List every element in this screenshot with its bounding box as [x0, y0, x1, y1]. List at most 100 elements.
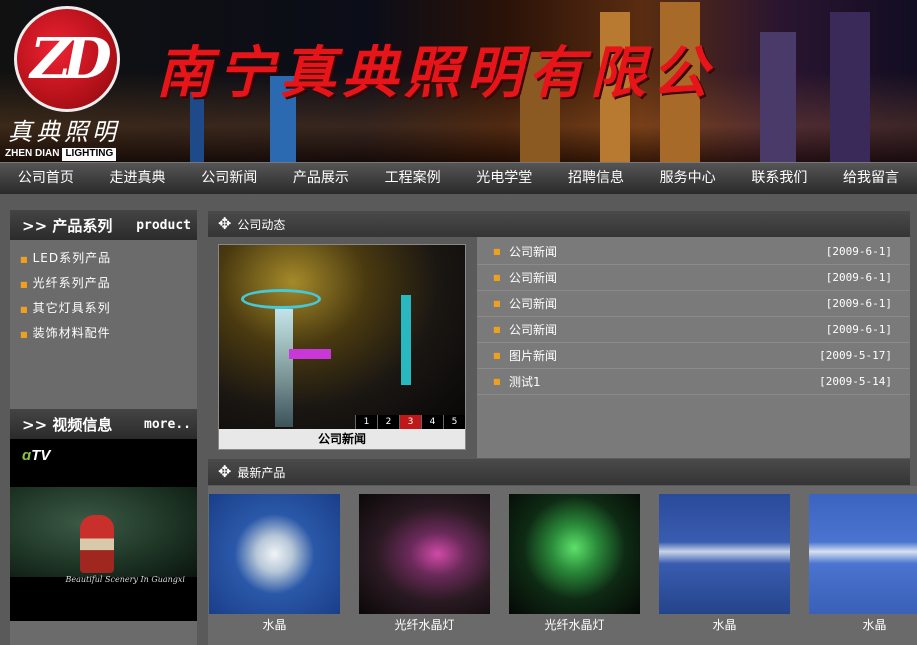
nav-jobs[interactable]: 招聘信息 [550, 163, 642, 194]
product-image[interactable] [359, 494, 490, 614]
bullet-icon: ■ [20, 305, 29, 314]
logo-english-text: ZHEN DIAN LIGHTING [2, 148, 117, 161]
news-section: 1 2 3 4 5 公司新闻 ■ 公司新闻 [2009-6-1] ■ 公司新闻 [200… [208, 237, 910, 458]
slide-image[interactable] [219, 245, 465, 431]
news-item[interactable]: ■ 公司新闻 [2009-6-1] [477, 265, 910, 291]
news-title: 公司新闻 [509, 245, 558, 259]
news-date: [2009-5-14] [819, 375, 892, 388]
logo-en-part-a: ZHEN DIAN [5, 148, 60, 159]
nav-products[interactable]: 产品展示 [275, 163, 367, 194]
video-header: >> 视频信息 more.. [10, 409, 197, 439]
product-name[interactable]: 光纤水晶灯 [359, 614, 490, 636]
product-name[interactable]: 水晶 [659, 614, 790, 636]
news-date: [2009-6-1] [825, 323, 892, 336]
slide-decor [289, 349, 331, 359]
news-slideshow[interactable]: 1 2 3 4 5 公司新闻 [218, 244, 466, 450]
news-item[interactable]: ■ 公司新闻 [2009-6-1] [477, 317, 910, 343]
nav-service[interactable]: 服务中心 [642, 163, 734, 194]
product-category-list: ■ LED系列产品 ■ 光纤系列产品 ■ 其它灯具系列 ■ 装饰材料配件 [10, 240, 197, 409]
product-category-label: 其它灯具系列 [32, 301, 111, 315]
product-name[interactable]: 水晶 [809, 614, 917, 636]
nav-contact[interactable]: 联系我们 [734, 163, 826, 194]
nav-home[interactable]: 公司首页 [0, 163, 92, 194]
move-icon: ✥ [218, 214, 232, 233]
left-sidebar: >> 产品系列 product ■ LED系列产品 ■ 光纤系列产品 ■ 其它灯具系列… [10, 210, 197, 645]
slide-number-button[interactable]: 5 [443, 415, 465, 429]
video-player[interactable]: ɑTV Beautiful Scenery In Guangxi [10, 439, 197, 621]
product-category-item[interactable]: ■ 其它灯具系列 [20, 296, 197, 321]
tv-logo-text: TV [31, 447, 51, 464]
product-category-item[interactable]: ■ 光纤系列产品 [20, 271, 197, 296]
products-more-link[interactable]: product [136, 218, 191, 233]
company-title: 南宁真典照明有限公 [156, 40, 714, 106]
product-name[interactable]: 水晶 [209, 614, 340, 636]
logo-chinese-text: 真典照明 [8, 118, 120, 146]
skyline-building [760, 32, 796, 162]
video-heading: >> 视频信息 [22, 415, 113, 434]
bullet-icon: ■ [493, 325, 501, 334]
news-title: 公司新闻 [509, 271, 558, 285]
nav-academy[interactable]: 光电学堂 [458, 163, 550, 194]
news-section-header: ✥ 公司动态 [208, 211, 910, 237]
bullet-icon: ■ [20, 255, 29, 264]
product-image[interactable] [509, 494, 640, 614]
news-section-title: 公司动态 [237, 217, 286, 232]
product-category-item[interactable]: ■ LED系列产品 [20, 246, 197, 271]
product-category-item[interactable]: ■ 装饰材料配件 [20, 321, 197, 346]
product-category-label: 光纤系列产品 [32, 276, 111, 290]
slide-decor [241, 289, 321, 309]
video-more-link[interactable]: more.. [144, 417, 191, 432]
logo-en-part-b: LIGHTING [62, 148, 117, 161]
news-date: [2009-6-1] [825, 297, 892, 310]
product-image[interactable] [659, 494, 790, 614]
bullet-icon: ■ [493, 273, 501, 282]
product-card[interactable]: 光纤水晶灯 [359, 494, 490, 636]
product-image[interactable] [209, 494, 340, 614]
news-item[interactable]: ■ 测试1 [2009-5-14] [477, 369, 910, 395]
news-item[interactable]: ■ 图片新闻 [2009-5-17] [477, 343, 910, 369]
header-banner: ZD 真典照明 ZHEN DIAN LIGHTING 南宁真典照明有限公 [0, 0, 917, 162]
tv-logo-icon: ɑTV [22, 447, 51, 464]
nav-cases[interactable]: 工程案例 [367, 163, 459, 194]
product-card[interactable]: 水晶 [209, 494, 340, 636]
bullet-icon: ■ [20, 280, 29, 289]
slide-number-button[interactable]: 2 [377, 415, 399, 429]
logo-monogram: ZD [30, 26, 112, 92]
news-item[interactable]: ■ 公司新闻 [2009-6-1] [477, 291, 910, 317]
product-card[interactable]: 水晶 [809, 494, 917, 636]
products-header: >> 产品系列 product [10, 210, 197, 240]
slide-pagination: 1 2 3 4 5 [355, 415, 465, 429]
news-title: 公司新闻 [509, 297, 558, 311]
move-icon: ✥ [218, 462, 232, 481]
product-name[interactable]: 光纤水晶灯 [509, 614, 640, 636]
product-category-label: LED系列产品 [32, 251, 112, 265]
product-card[interactable]: 水晶 [659, 494, 790, 636]
slide-number-button[interactable]: 1 [355, 415, 377, 429]
news-item[interactable]: ■ 公司新闻 [2009-6-1] [477, 239, 910, 265]
news-date: [2009-5-17] [819, 349, 892, 362]
products-section-header: ✥ 最新产品 [208, 459, 910, 485]
bullet-icon: ■ [493, 247, 501, 256]
slide-number-button[interactable]: 4 [421, 415, 443, 429]
company-logo: ZD [14, 6, 120, 112]
products-section-title: 最新产品 [237, 465, 286, 480]
products-heading: >> 产品系列 [22, 216, 113, 235]
product-category-label: 装饰材料配件 [32, 326, 111, 340]
nav-message[interactable]: 给我留言 [825, 163, 917, 194]
nav-news[interactable]: 公司新闻 [183, 163, 275, 194]
bullet-icon: ■ [493, 377, 501, 386]
video-caption: Beautiful Scenery In Guangxi [65, 575, 185, 584]
news-title: 图片新闻 [509, 349, 558, 363]
slide-number-button-active[interactable]: 3 [399, 415, 421, 429]
bullet-icon: ■ [493, 351, 501, 360]
news-date: [2009-6-1] [825, 245, 892, 258]
main-navigation: 公司首页 走进真典 公司新闻 产品展示 工程案例 光电学堂 招聘信息 服务中心 … [0, 162, 917, 194]
product-card[interactable]: 光纤水晶灯 [509, 494, 640, 636]
bullet-icon: ■ [493, 299, 501, 308]
nav-about[interactable]: 走进真典 [92, 163, 184, 194]
slide-decor [275, 309, 293, 427]
product-image[interactable] [809, 494, 917, 614]
bullet-icon: ■ [20, 330, 29, 339]
video-thumbnail[interactable] [10, 487, 197, 577]
slide-caption[interactable]: 公司新闻 [219, 429, 465, 449]
